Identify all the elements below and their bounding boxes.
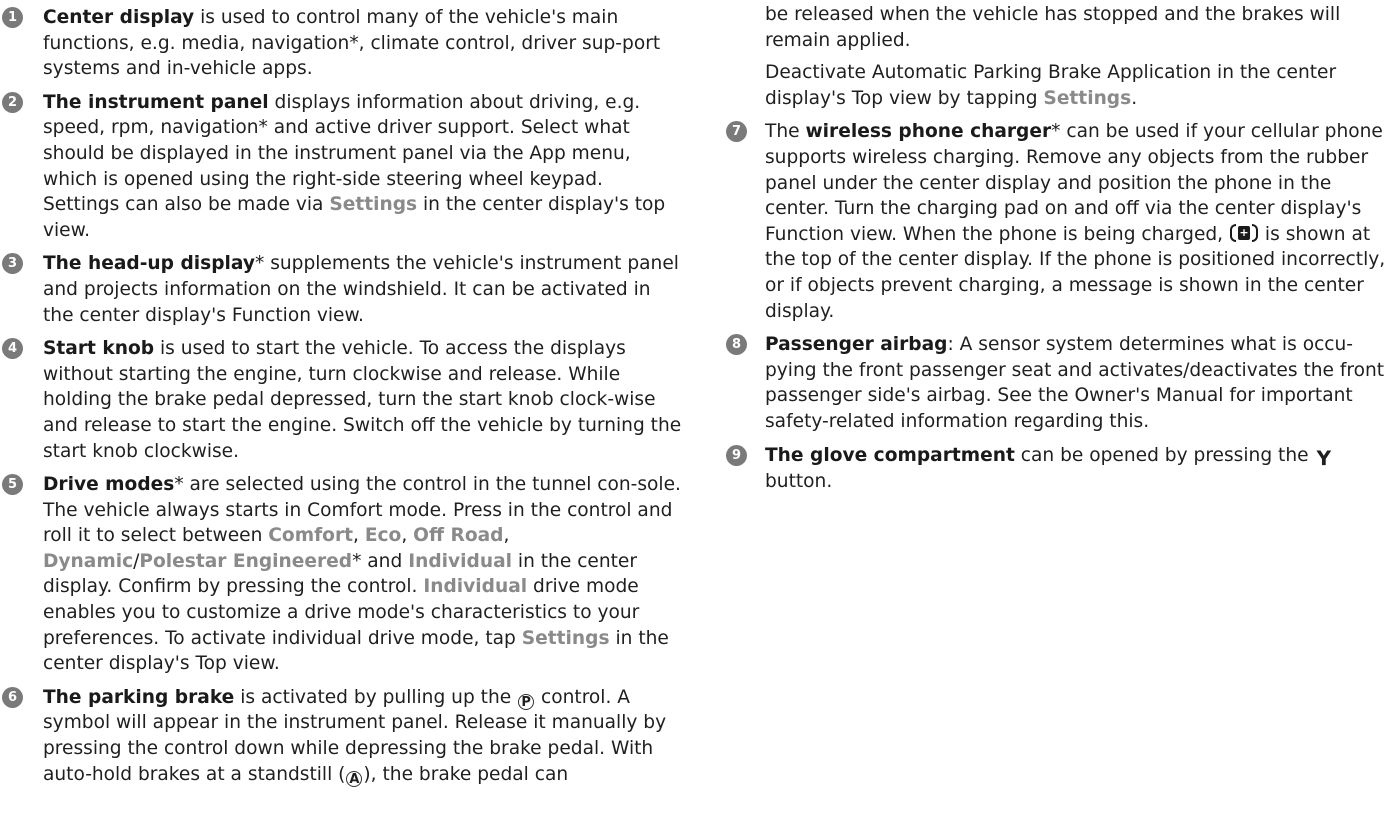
item-body-end: button. <box>765 471 833 493</box>
item-text: The instrument panel displays informatio… <box>43 90 684 244</box>
item-title: The parking brake <box>43 686 235 708</box>
item-prefix: The <box>765 121 806 143</box>
right-column: be released when the vehicle has stopped… <box>726 2 1399 503</box>
list-item-5: 5 Drive modes* are selected using the co… <box>0 472 684 677</box>
comfort-mode-term: Comfort <box>268 525 353 547</box>
list-item-3: 3 The head-up display* supplements the v… <box>0 251 684 328</box>
item-text: The parking brake is activated by pullin… <box>43 685 684 787</box>
item-text: The wireless phone charger* can be used … <box>765 119 1399 324</box>
item-title: wireless phone charger <box>805 121 1052 143</box>
item-body: is activated by pulling up the <box>234 686 518 708</box>
item-number-badge: 9 <box>726 444 747 466</box>
item-text: Start knob is used to start the vehicle.… <box>43 336 684 464</box>
item-body: can be opened by pressing the <box>1014 444 1315 466</box>
item-number-badge: 6 <box>2 686 23 708</box>
manual-page: 1 Center display is used to control many… <box>0 0 1399 821</box>
item-number-badge: 1 <box>2 7 23 28</box>
item-text: Passenger airbag: A sensor system determ… <box>765 332 1399 434</box>
item-body: * and <box>352 550 409 572</box>
item-number-badge: 8 <box>726 334 747 356</box>
item-title: Passenger airbag <box>765 334 948 356</box>
item-text: The head-up display* supplements the veh… <box>43 251 684 328</box>
item-text: Drive modes* are selected using the cont… <box>43 472 684 677</box>
item-text: Center display is used to control many o… <box>43 5 684 82</box>
item-title: Start knob <box>43 338 155 360</box>
parking-brake-icon: P <box>518 693 535 710</box>
item-number-badge: 3 <box>2 253 23 275</box>
item-text: The glove compartment can be opened by p… <box>765 443 1399 495</box>
item-title: The head-up display <box>43 253 255 275</box>
dynamic-mode-term: Dynamic <box>43 550 134 572</box>
item-title: The instrument panel <box>43 91 269 113</box>
polestar-mode-term: Polestar Engineered <box>139 550 353 572</box>
separator: , <box>353 525 365 547</box>
item-number-badge: 7 <box>726 121 747 143</box>
off-road-mode-term: Off Road <box>413 525 504 547</box>
item-number-badge: 4 <box>2 338 23 360</box>
list-item-6-continued: be released when the vehicle has stopped… <box>730 2 1399 111</box>
eco-mode-term: Eco <box>364 525 402 547</box>
item-body-end: ), the brake pedal can <box>363 763 569 785</box>
list-item-1: 1 Center display is used to control many… <box>0 5 684 82</box>
continued-text-2: Deactivate Automatic Parking Brake Appli… <box>765 60 1399 111</box>
settings-ui-term: Settings <box>521 627 610 649</box>
item-title: Center display <box>43 7 195 28</box>
list-item-4: 4 Start knob is used to start the vehicl… <box>0 336 684 464</box>
glove-box-button-icon: ⅄ <box>1316 445 1332 470</box>
list-item-8: 8 Passenger airbag: A sensor system dete… <box>726 332 1399 434</box>
left-column: 1 Center display is used to control many… <box>0 5 684 795</box>
wireless-charging-icon: + <box>1230 223 1259 243</box>
list-item-9: 9 The glove compartment can be opened by… <box>726 443 1399 495</box>
item-number-badge: 5 <box>2 474 23 496</box>
item-body-end: . <box>1131 87 1138 109</box>
individual-mode-term: Individual <box>408 550 512 572</box>
item-title: Drive modes <box>43 474 175 496</box>
list-item-6: 6 The parking brake is activated by pull… <box>0 685 684 787</box>
list-item-2: 2 The instrument panel displays informat… <box>0 90 684 244</box>
auto-hold-icon: A <box>346 770 363 787</box>
settings-ui-term: Settings <box>329 194 418 216</box>
separator: , <box>503 525 510 547</box>
continued-text: be released when the vehicle has stopped… <box>765 4 1341 51</box>
item-number-badge: 2 <box>2 91 23 113</box>
list-item-7: 7 The wireless phone charger* can be use… <box>726 119 1399 324</box>
separator: , <box>401 525 414 547</box>
individual-mode-term-2: Individual <box>423 576 528 598</box>
settings-ui-term: Settings <box>1043 87 1132 109</box>
item-title: The glove compartment <box>765 444 1015 466</box>
